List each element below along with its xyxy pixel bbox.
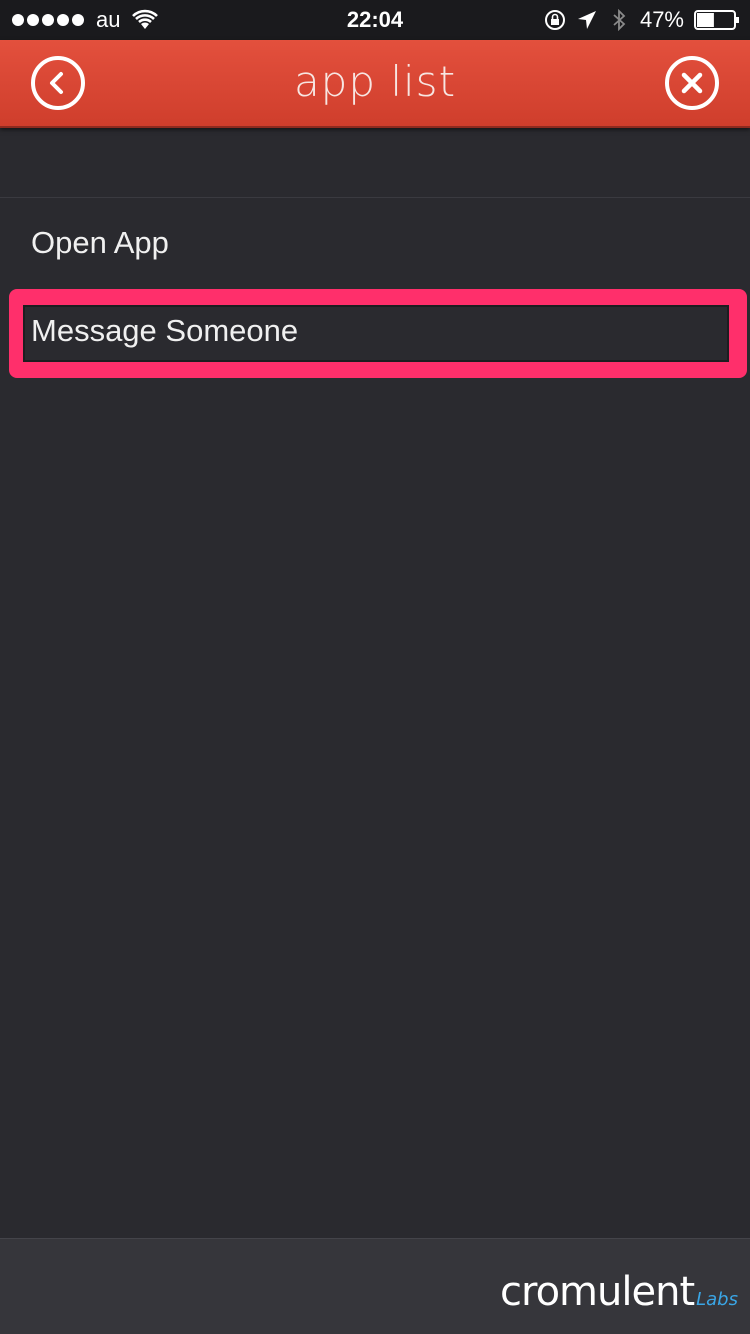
screen: au 22:04 47% app list Open App Message S… [0,0,750,1334]
list-item-label: Open App [31,225,169,260]
list-item-open-app[interactable]: Open App [0,199,750,287]
bluetooth-icon [613,9,626,31]
footer: cromulent Labs [0,1238,750,1334]
brand-name: cromulent [500,1269,695,1315]
battery-percent: 47% [639,7,684,32]
close-icon [681,72,703,94]
brand-logo: cromulent Labs [500,1269,738,1325]
page-title: app list [293,57,457,106]
close-button[interactable] [665,56,719,110]
list-item-message-someone[interactable]: Message Someone [9,287,741,375]
list-item-label: Message Someone [31,313,299,348]
location-arrow-icon [577,11,596,29]
nav-bar: app list [0,40,750,128]
rotation-lock-icon [544,10,565,30]
status-bar: au 22:04 47% [0,0,750,40]
battery-icon [694,10,739,30]
app-action-list: Open App Message Someone [0,199,750,375]
status-right: 47% [544,0,740,40]
list-header-spacer [0,130,750,198]
brand-sub: Labs [696,1289,738,1310]
